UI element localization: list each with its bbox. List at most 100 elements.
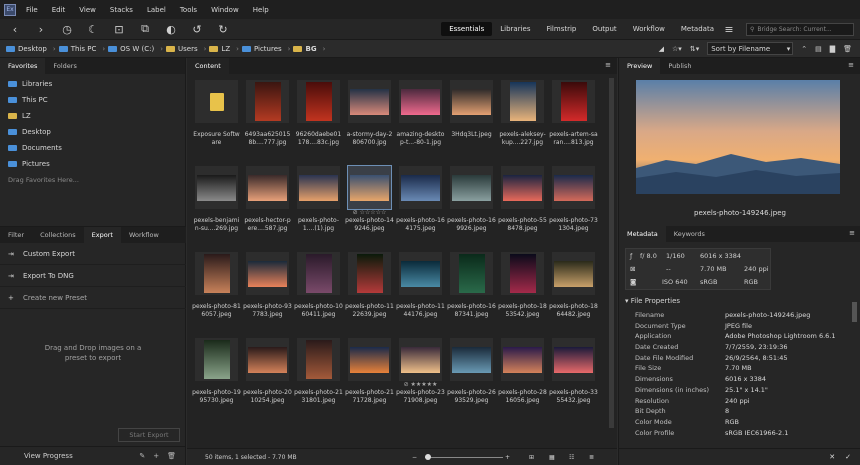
- favorite-lz[interactable]: LZ: [0, 108, 185, 124]
- thumb-view-icon[interactable]: ▦: [549, 454, 555, 461]
- thumbnail-image[interactable]: [501, 338, 544, 381]
- camera-icon[interactable]: ⊡: [112, 23, 126, 36]
- thumbnail-image[interactable]: [501, 252, 544, 295]
- workspace-menu-icon[interactable]: ≡: [722, 23, 736, 36]
- thumbnail-item[interactable]: ⊘ ★★★★★ pexels-photo-2371908.jpeg: [396, 334, 445, 418]
- back-icon[interactable]: ‹: [8, 23, 22, 36]
- zoom-out-icon[interactable]: −: [412, 454, 417, 461]
- thumbnail-item[interactable]: pexels-photo-164175.jpeg: [396, 162, 445, 246]
- export-to-dng-item[interactable]: ⇥ Export To DNG: [0, 265, 186, 287]
- thumbnail-item[interactable]: pexels-photo-731304.jpeg: [549, 162, 598, 246]
- tab-favorites[interactable]: Favorites: [0, 58, 46, 74]
- add-icon[interactable]: +: [153, 452, 159, 460]
- preview-image[interactable]: [636, 80, 840, 194]
- thumbnail-image[interactable]: [501, 80, 544, 123]
- favorite-pictures[interactable]: Pictures: [0, 156, 185, 172]
- menu-view[interactable]: View: [79, 6, 96, 14]
- rotate-left-icon[interactable]: ↺: [190, 23, 204, 36]
- rating-filter-icon[interactable]: ☆▾: [672, 45, 682, 53]
- tab-workflow[interactable]: Workflow: [121, 227, 167, 243]
- tab-export[interactable]: Export: [83, 227, 121, 243]
- content-scrollbar[interactable]: [609, 78, 614, 428]
- thumbnail-item[interactable]: pexels-photo-1060411.jpeg: [294, 248, 343, 332]
- thumbnail-item[interactable]: amazing-desktop-t...-80-1.jpg: [396, 76, 445, 160]
- thumbnail-image[interactable]: [297, 252, 340, 295]
- create-preset-item[interactable]: + Create new Preset: [0, 287, 186, 309]
- apply-icon[interactable]: ✓: [845, 453, 851, 461]
- breadcrumb-desktop[interactable]: Desktop: [6, 45, 47, 53]
- breadcrumb-lz[interactable]: LZ: [209, 45, 230, 53]
- grid-view-icon[interactable]: ⊞: [529, 454, 534, 461]
- favorite-documents[interactable]: Documents: [0, 140, 185, 156]
- thumbnail-item[interactable]: pexels-photo-1864482.jpeg: [549, 248, 598, 332]
- thumbnail-image[interactable]: [297, 80, 340, 123]
- forward-icon[interactable]: ›: [34, 23, 48, 36]
- breadcrumb-drive[interactable]: OS W (C:): [108, 45, 154, 53]
- panel-menu-icon[interactable]: ≡: [605, 61, 611, 69]
- quality-icon[interactable]: ◢: [659, 45, 664, 53]
- rating-stars[interactable]: ⊘ ☆☆☆☆☆: [345, 209, 394, 216]
- thumbnail-item[interactable]: pexels-photo-3355432.jpeg: [549, 334, 598, 418]
- thumbnail-image[interactable]: [501, 166, 544, 209]
- thumbnail-item[interactable]: Exposure Software: [192, 76, 241, 160]
- thumbnail-image[interactable]: [348, 80, 391, 123]
- panel-menu-icon[interactable]: ≡: [848, 61, 854, 69]
- thumbnail-image[interactable]: [399, 166, 442, 209]
- thumbnail-item[interactable]: pexels-photo-2010254.jpeg: [243, 334, 292, 418]
- thumbnail-image[interactable]: [399, 338, 442, 381]
- thumbnail-item[interactable]: pexels-photo-1853542.jpeg: [498, 248, 547, 332]
- thumbnail-image[interactable]: [552, 252, 595, 295]
- thumbnail-image[interactable]: [347, 165, 392, 210]
- menu-tools[interactable]: Tools: [180, 6, 197, 14]
- refine-icon[interactable]: ⧉: [138, 22, 152, 36]
- rotate-right-icon[interactable]: ↻: [216, 23, 230, 36]
- breadcrumb-users[interactable]: Users: [166, 45, 198, 53]
- thumbnail-item[interactable]: pexels-photo-2693529.jpeg: [447, 334, 496, 418]
- breadcrumb-pictures[interactable]: Pictures: [241, 45, 282, 53]
- tab-folders[interactable]: Folders: [45, 58, 84, 74]
- thumbnail-item[interactable]: pexels-photo-816057.jpeg: [192, 248, 241, 332]
- breadcrumb-bg[interactable]: BG: [293, 45, 317, 53]
- thumbnail-image[interactable]: [246, 166, 289, 209]
- thumbnail-image[interactable]: [195, 338, 238, 381]
- thumbnail-item[interactable]: pexels-photo-1995730.jpeg: [192, 334, 241, 418]
- cancel-icon[interactable]: ✕: [829, 453, 835, 461]
- workspace-workflow[interactable]: Workflow: [625, 22, 673, 36]
- custom-export-item[interactable]: ⇥ Custom Export: [0, 243, 186, 265]
- tab-preview[interactable]: Preview: [619, 58, 661, 74]
- workspace-essentials[interactable]: Essentials: [441, 22, 493, 36]
- thumbnail-image[interactable]: [399, 252, 442, 295]
- zoom-in-icon[interactable]: +: [505, 454, 510, 461]
- thumbnail-image[interactable]: [195, 80, 238, 123]
- thumbnail-image[interactable]: [246, 338, 289, 381]
- thumbnail-image[interactable]: [195, 166, 238, 209]
- tab-publish[interactable]: Publish: [660, 58, 699, 74]
- delete-icon[interactable]: 🗑: [843, 45, 852, 53]
- menu-help[interactable]: Help: [253, 6, 269, 14]
- thumbnail-image[interactable]: [450, 338, 493, 381]
- thumbnail-item[interactable]: pexels-photo-558478.jpeg: [498, 162, 547, 246]
- panel-menu-icon[interactable]: ≡: [849, 229, 855, 237]
- thumbnail-item[interactable]: pexels-hector-pere....587.jpg: [243, 162, 292, 246]
- trash-icon[interactable]: 🗑: [167, 452, 176, 460]
- workspace-libraries[interactable]: Libraries: [492, 22, 538, 36]
- thumbnail-item[interactable]: pexels-photo-1144176.jpeg: [396, 248, 445, 332]
- sort-direction-icon[interactable]: ⌃: [801, 45, 807, 53]
- menu-file[interactable]: File: [26, 6, 38, 14]
- thumbnail-item[interactable]: 3Hdq3Lt.jpeg: [447, 76, 496, 160]
- thumbnail-image[interactable]: [450, 252, 493, 295]
- workspace-filmstrip[interactable]: Filmstrip: [538, 22, 584, 36]
- recent-files-icon[interactable]: ▤: [815, 45, 822, 53]
- thumbnail-slider[interactable]: [425, 454, 503, 460]
- view-progress-link[interactable]: View Progress: [24, 452, 73, 460]
- thumbnail-item[interactable]: 6493aa6250158b....777.jpg: [243, 76, 292, 160]
- details-view-icon[interactable]: ☷: [569, 454, 574, 461]
- thumbnail-item[interactable]: pexels-photo-2816056.jpeg: [498, 334, 547, 418]
- rating-stars[interactable]: ⊘ ★★★★★: [396, 381, 445, 388]
- thumbnail-image[interactable]: [195, 252, 238, 295]
- thumbnail-image[interactable]: [552, 338, 595, 381]
- tab-metadata[interactable]: Metadata: [619, 226, 666, 242]
- thumbnail-image[interactable]: [399, 80, 442, 123]
- menu-window[interactable]: Window: [211, 6, 239, 14]
- thumbnail-image[interactable]: [297, 338, 340, 381]
